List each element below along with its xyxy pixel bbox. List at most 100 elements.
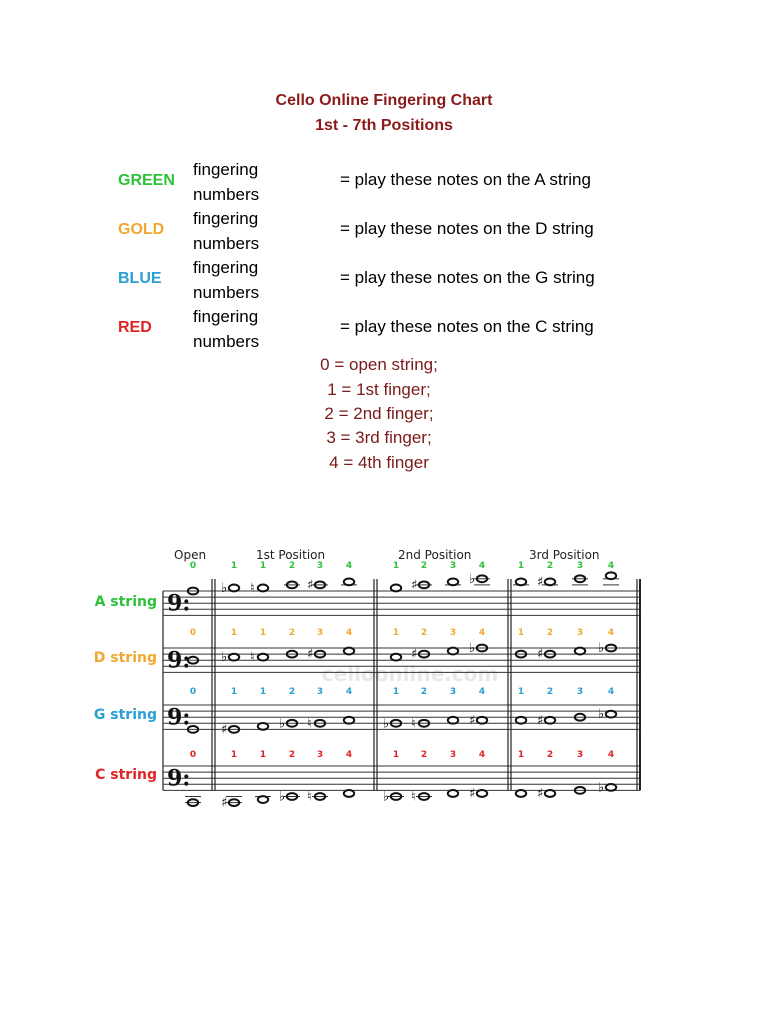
sharp-icon: ♯ [411, 647, 417, 662]
finger-number: 1 [231, 628, 237, 638]
finger-number: 1 [393, 561, 399, 571]
natural-icon: ♮ [411, 790, 416, 805]
sharp-icon: ♯ [537, 713, 543, 728]
sharp-icon: ♯ [411, 578, 417, 593]
finger-number: 1 [393, 750, 399, 760]
sharp-icon: ♯ [537, 575, 543, 590]
whole-note [475, 789, 489, 798]
flat-icon: ♭ [279, 716, 285, 731]
whole-note [446, 715, 460, 725]
sharp-icon: ♯ [221, 796, 227, 811]
string-label: G string [94, 707, 157, 723]
natural-icon: ♮ [250, 650, 255, 665]
whole-note [342, 577, 356, 587]
finger-number: 4 [608, 750, 614, 760]
finger-number: 0 [190, 628, 196, 638]
position-label-1st: 1st Position [256, 548, 325, 562]
finger-number: 1 [260, 687, 266, 697]
finger-number: 3 [317, 750, 323, 760]
finger-number: 2 [547, 628, 553, 638]
position-label-3rd: 3rd Position [529, 548, 600, 562]
finger-number: 1 [260, 750, 266, 760]
whole-note [573, 646, 587, 656]
finger-number: 2 [547, 687, 553, 697]
string-label: C string [95, 767, 157, 783]
finger-number: 3 [577, 628, 583, 638]
finger-number: 3 [450, 750, 456, 760]
finger-number: 4 [479, 628, 485, 638]
finger-number: 1 [231, 561, 237, 571]
finger-number: 1 [260, 628, 266, 638]
whole-note [446, 789, 460, 798]
whole-note [389, 583, 403, 593]
sharp-icon: ♯ [221, 722, 227, 737]
flat-icon: ♭ [221, 650, 227, 665]
string-label: D string [94, 650, 157, 666]
finger-number: 2 [547, 561, 553, 571]
whole-note [256, 652, 270, 662]
whole-note [446, 577, 460, 587]
natural-icon: ♮ [411, 716, 416, 731]
finger-number: 3 [317, 687, 323, 697]
finger-number: 2 [289, 628, 295, 638]
finger-number: 2 [289, 561, 295, 571]
finger-number: 4 [479, 687, 485, 697]
finger-number: 1 [518, 750, 524, 760]
finger-number: 2 [289, 687, 295, 697]
finger-number: 0 [190, 687, 196, 697]
whole-note [227, 652, 241, 662]
whole-note [604, 571, 618, 581]
flat-icon: ♭ [469, 572, 475, 587]
natural-icon: ♮ [307, 790, 312, 805]
finger-number: 4 [346, 687, 352, 697]
string-label: A string [95, 594, 157, 610]
whole-note [543, 715, 557, 725]
finger-number: 1 [393, 628, 399, 638]
sharp-icon: ♯ [537, 786, 543, 801]
position-label-open: Open [174, 548, 206, 562]
natural-icon: ♮ [250, 581, 255, 596]
fingering-chart: celloonline.com Open 1st Position 2nd Po… [94, 548, 641, 811]
whole-note [389, 652, 403, 662]
finger-number: 3 [450, 687, 456, 697]
finger-number: 1 [260, 561, 266, 571]
finger-number: 4 [608, 687, 614, 697]
finger-number: 4 [346, 750, 352, 760]
whole-note [256, 583, 270, 593]
sharp-icon: ♯ [307, 647, 313, 662]
finger-number: 0 [190, 561, 196, 571]
finger-number: 1 [393, 687, 399, 697]
whole-note [256, 795, 270, 804]
whole-note [604, 709, 618, 719]
finger-number: 2 [289, 750, 295, 760]
finger-number: 3 [577, 687, 583, 697]
flat-icon: ♭ [279, 790, 285, 805]
finger-number: 4 [479, 561, 485, 571]
finger-number: 3 [577, 561, 583, 571]
flat-icon: ♭ [598, 780, 604, 795]
sharp-icon: ♯ [307, 578, 313, 593]
finger-number: 2 [421, 750, 427, 760]
whole-note [342, 646, 356, 656]
finger-number: 4 [346, 628, 352, 638]
finger-number: 4 [346, 561, 352, 571]
finger-number: 2 [547, 750, 553, 760]
whole-note [446, 646, 460, 656]
finger-number: 1 [518, 561, 524, 571]
finger-number: 1 [231, 750, 237, 760]
flat-icon: ♭ [598, 707, 604, 722]
finger-number: 2 [421, 687, 427, 697]
finger-number: 3 [317, 561, 323, 571]
whole-note [514, 577, 528, 587]
whole-note [543, 789, 557, 798]
flat-icon: ♭ [469, 641, 475, 656]
whole-note [543, 577, 557, 587]
whole-note [227, 583, 241, 593]
flat-icon: ♭ [383, 790, 389, 805]
bass-clef-icon: 9: [167, 590, 190, 616]
watermark: celloonline.com [322, 662, 498, 686]
whole-note [256, 721, 270, 731]
finger-number: 1 [518, 628, 524, 638]
finger-number: 0 [190, 750, 196, 760]
natural-icon: ♮ [307, 716, 312, 731]
